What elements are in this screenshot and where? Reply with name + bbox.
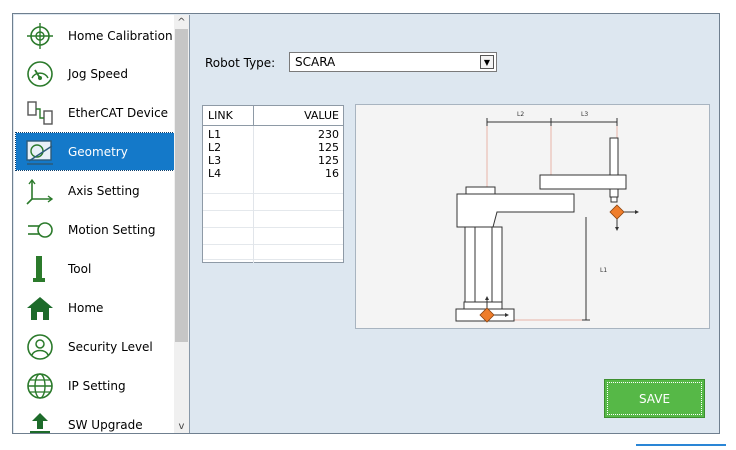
sidebar-item-label: Motion Setting: [68, 222, 156, 237]
sidebar-item-motion-setting[interactable]: Motion Setting: [16, 211, 174, 248]
user-icon: [25, 332, 55, 362]
value-cell[interactable]: 230: [318, 128, 339, 141]
sidebar-item-label: Axis Setting: [68, 183, 140, 198]
sidebar-scroll-thumb[interactable]: [175, 29, 188, 342]
link-cell: L4: [208, 167, 222, 180]
link-1-arm: [456, 193, 575, 228]
label-l2: L2: [517, 111, 524, 118]
label-l1: L1: [600, 267, 607, 274]
sidebar-item-label: Home: [68, 300, 104, 315]
sidebar-item-security-level[interactable]: Security Level: [16, 328, 174, 365]
save-button[interactable]: SAVE: [604, 379, 705, 418]
robot-type-value: SCARA: [295, 55, 336, 69]
robot-type-label: Robot Type:: [205, 56, 276, 70]
link-2-arm: [539, 174, 627, 190]
sidebar-item-label: IP Setting: [68, 378, 126, 393]
sidebar: Home Calibration Jog Speed EtherCAT Devi…: [14, 15, 190, 433]
tool-flange: [610, 196, 618, 203]
home-icon: [25, 293, 55, 323]
upload-icon: [25, 410, 55, 433]
crosshair-icon: [25, 21, 55, 51]
ethercat-icon: [25, 98, 55, 128]
link-cell: L3: [208, 154, 222, 167]
sidebar-item-label: EtherCAT Device: [68, 105, 169, 120]
sidebar-item-home[interactable]: Home: [16, 289, 174, 326]
column-header-value: VALUE: [304, 109, 339, 122]
tool-frame-marker: [609, 204, 625, 220]
robot-column: [464, 226, 503, 303]
chevron-down-icon[interactable]: ▼: [480, 55, 494, 69]
sidebar-item-tool[interactable]: Tool: [16, 250, 174, 287]
sidebar-item-label: Tool: [68, 261, 92, 276]
spline-shaft: [609, 137, 619, 176]
geometry-icon: [25, 137, 55, 167]
sidebar-item-sw-upgrade[interactable]: SW Upgrade: [16, 406, 174, 433]
robot-base: [463, 301, 503, 310]
link-cell: L2: [208, 141, 222, 154]
value-cell[interactable]: 16: [325, 167, 339, 180]
column-header-link: LINK: [208, 109, 233, 122]
scroll-up-arrow-icon[interactable]: ^: [174, 15, 189, 29]
sidebar-item-jog-speed[interactable]: Jog Speed: [16, 55, 174, 92]
robot-type-dropdown[interactable]: SCARA ▼: [289, 52, 497, 72]
sidebar-item-ip-setting[interactable]: IP Setting: [16, 367, 174, 404]
value-cell[interactable]: 125: [318, 154, 339, 167]
scara-robot-drawing: L2 L3 L1: [455, 111, 639, 323]
spline-lower: [609, 188, 619, 198]
sidebar-item-label: Jog Speed: [68, 66, 128, 81]
sidebar-item-axis-setting[interactable]: Axis Setting: [16, 172, 174, 209]
speedometer-icon: [25, 59, 55, 89]
link-cell: L1: [208, 128, 222, 141]
sidebar-item-label: SW Upgrade: [68, 417, 143, 432]
sidebar-item-home-calibration[interactable]: Home Calibration: [16, 17, 174, 54]
sidebar-item-label: Geometry: [68, 144, 128, 159]
globe-icon: [25, 371, 55, 401]
sidebar-item-label: Security Level: [68, 339, 153, 354]
column-divider: [253, 126, 254, 263]
app-window: Home Calibration Jog Speed EtherCAT Devi…: [0, 0, 736, 450]
tool-icon: [25, 254, 55, 284]
scroll-down-arrow-icon[interactable]: v: [174, 419, 189, 433]
bottom-accent-line: [636, 444, 726, 446]
label-l3: L3: [581, 111, 588, 118]
link-value-table[interactable]: LINK VALUE L1 230 L2 125 L3 125 L4 16: [202, 105, 344, 263]
sidebar-item-label: Home Calibration: [68, 28, 173, 43]
axis-icon: [25, 176, 55, 206]
value-cell[interactable]: 125: [318, 141, 339, 154]
sidebar-item-geometry[interactable]: Geometry: [15, 132, 175, 171]
shoulder-cap: [465, 186, 496, 195]
sidebar-item-ethercat-device[interactable]: EtherCAT Device: [16, 94, 174, 131]
scara-geometry-diagram: L2 L3 L1: [355, 104, 710, 329]
motion-icon: [25, 215, 55, 245]
